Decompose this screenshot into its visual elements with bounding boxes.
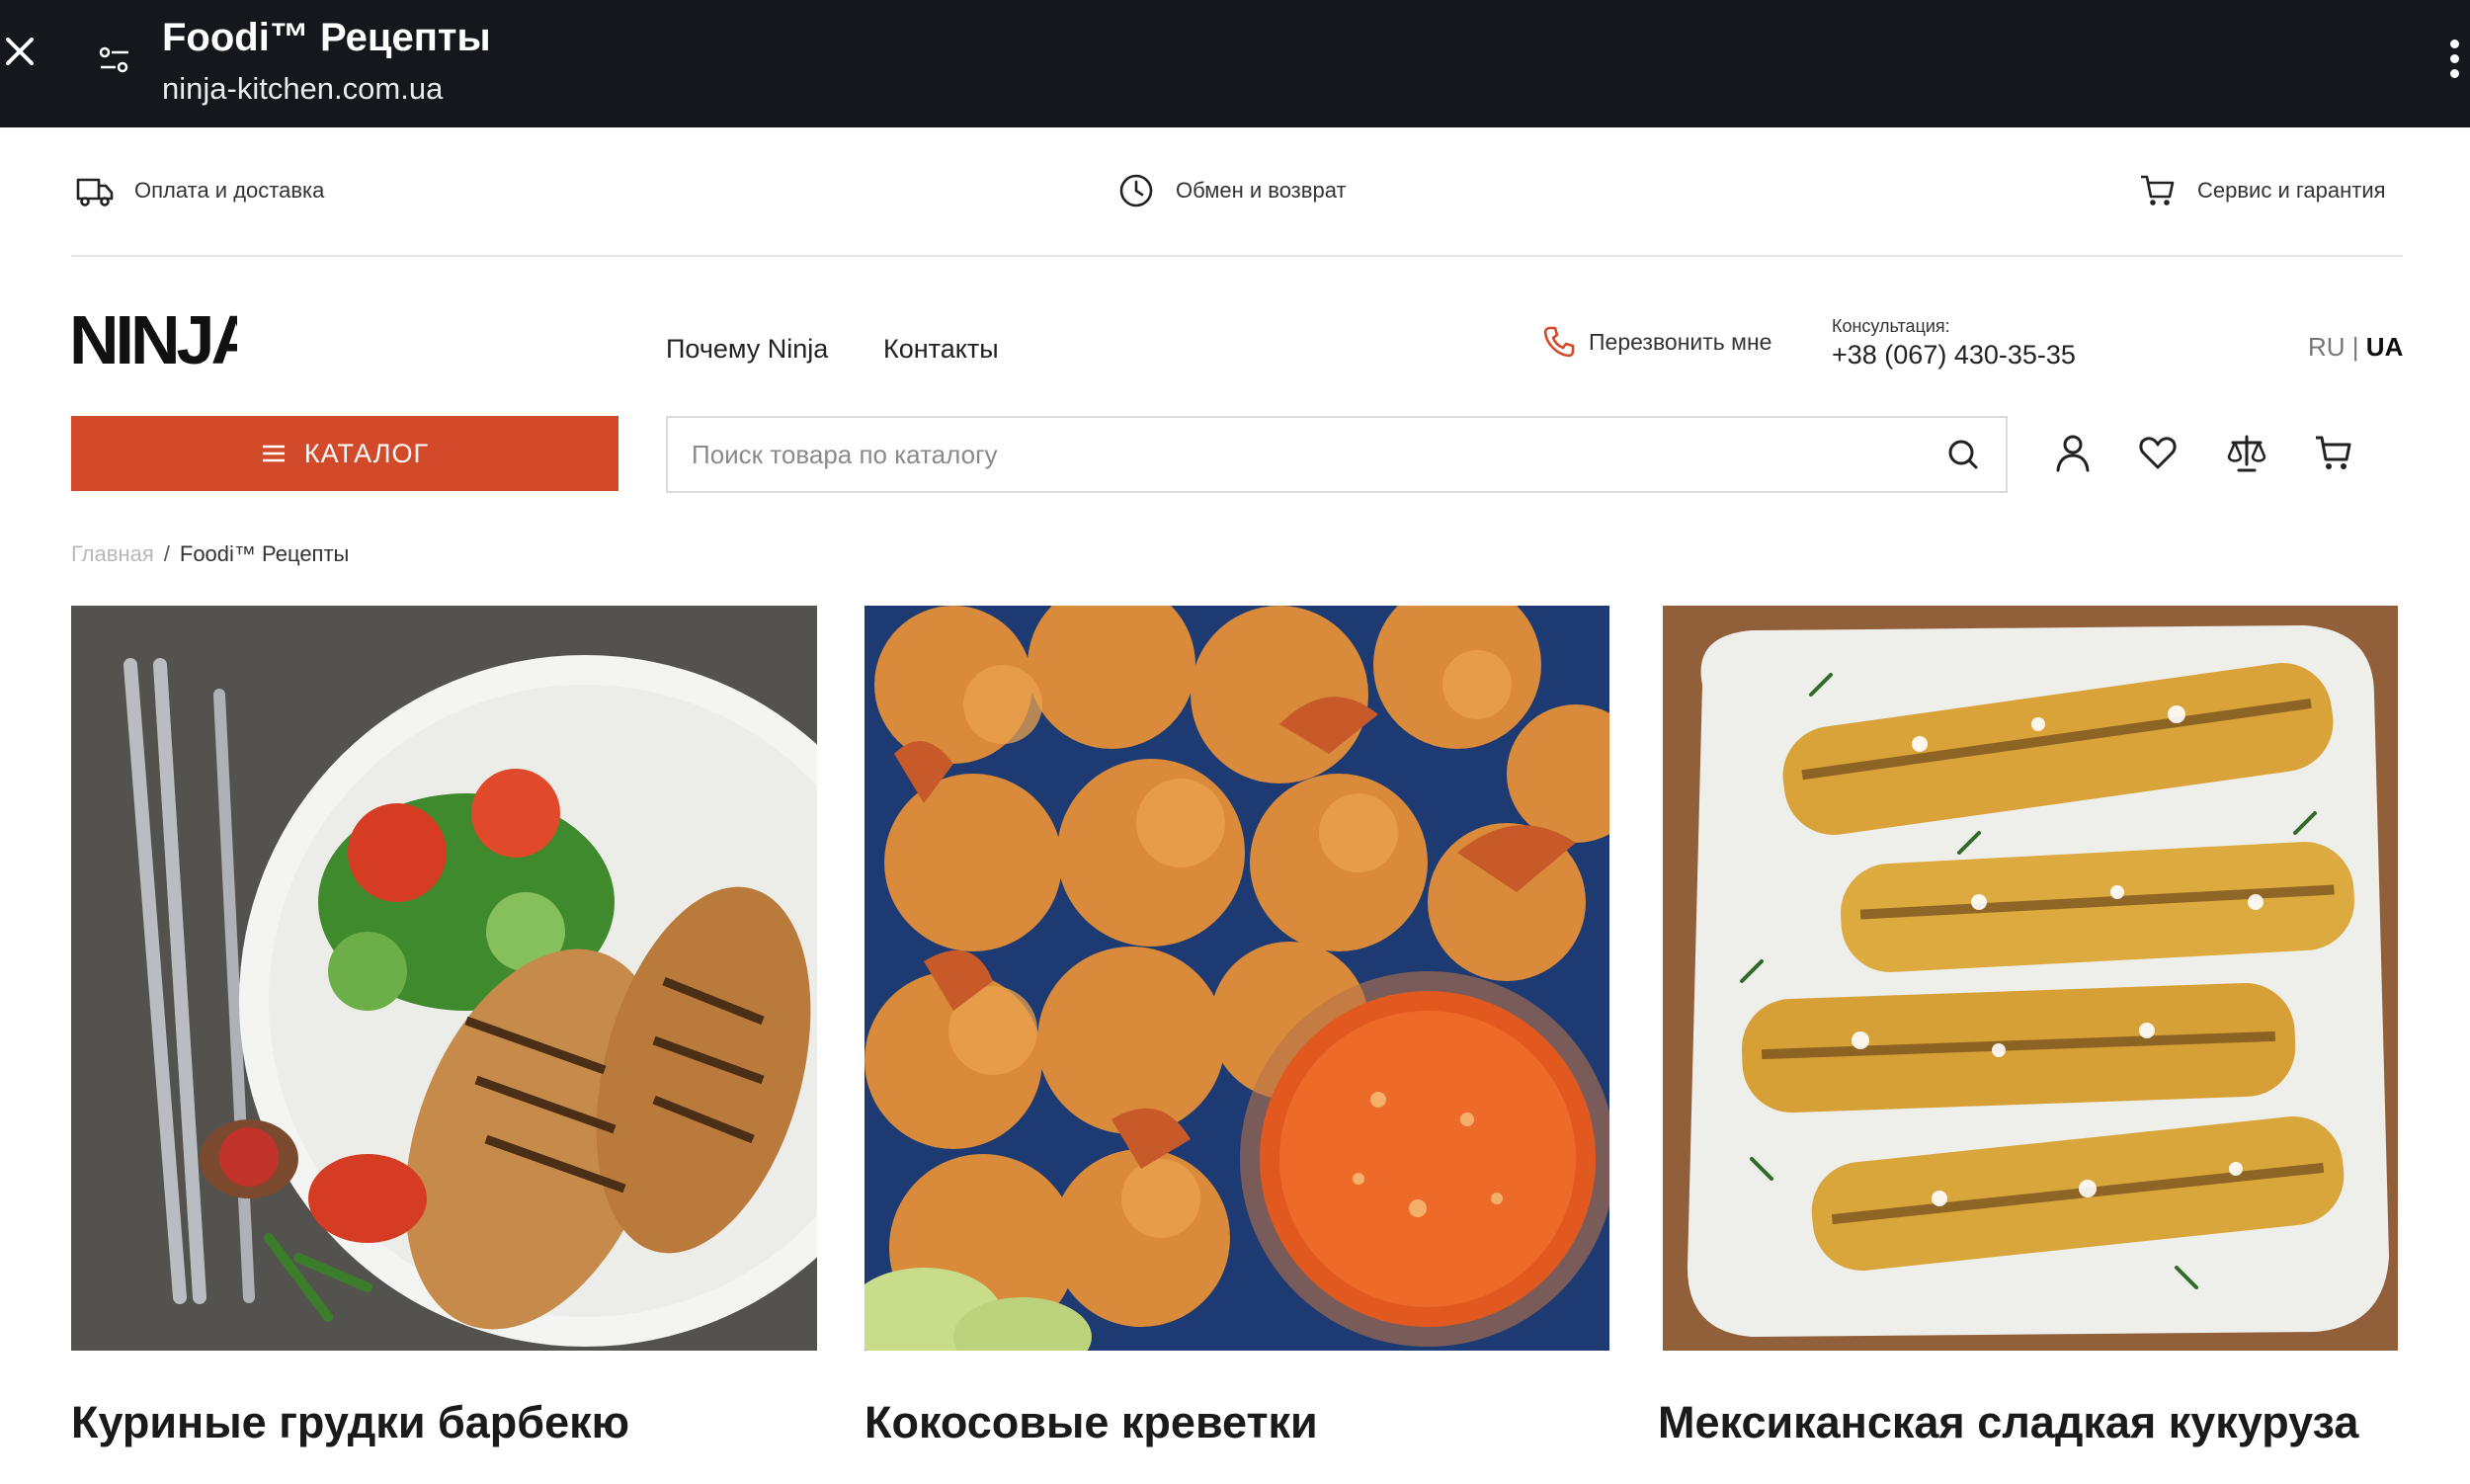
consult-label: Консультация: xyxy=(1832,316,1950,336)
heart-icon[interactable] xyxy=(2136,431,2180,474)
more-menu-icon[interactable] xyxy=(2444,40,2464,85)
recipe-image-chicken[interactable] xyxy=(71,606,817,1351)
lang-ru[interactable]: RU xyxy=(2308,332,2346,362)
svg-text:NINJA: NINJA xyxy=(69,302,237,378)
phone-number[interactable]: +38 (067) 430-35-35 xyxy=(1832,340,2076,371)
catalog-label: КАТАЛОГ xyxy=(303,438,430,468)
recipe-title-chicken[interactable]: Куриные грудки барбекю xyxy=(71,1397,629,1448)
nav-contacts[interactable]: Контакты xyxy=(883,334,999,365)
page-url: ninja-kitchen.com.ua xyxy=(162,71,444,106)
lang-ua[interactable]: UA xyxy=(2366,332,2404,362)
recipe-image-corn[interactable] xyxy=(1663,606,2398,1351)
breadcrumb-current: Foodi™ Рецепты xyxy=(179,541,350,566)
breadcrumb-home[interactable]: Главная xyxy=(71,541,154,567)
catalog-button[interactable]: КАТАЛОГ xyxy=(71,416,618,491)
cart-icon[interactable] xyxy=(2312,431,2355,474)
ninja-logo[interactable]: NINJA xyxy=(69,302,237,381)
service-link[interactable]: Сервис и гарантия xyxy=(2138,168,2386,213)
language-switch: RU | UA xyxy=(2308,332,2403,363)
search-box xyxy=(666,416,2008,493)
nav-why-ninja[interactable]: Почему Ninja xyxy=(666,334,828,365)
truck-icon xyxy=(76,178,114,206)
callback-label: Перезвонить мне xyxy=(1589,328,1772,355)
cart-icon xyxy=(2141,175,2175,206)
exchange-link[interactable]: Обмен и возврат xyxy=(1116,168,1347,213)
delivery-label: Оплата и доставка xyxy=(134,178,325,203)
callback-link[interactable]: Перезвонить мне xyxy=(1541,324,1771,360)
lang-separator: | xyxy=(2351,332,2359,362)
recipe-image-shrimp[interactable] xyxy=(864,606,1609,1351)
page-title: Foodi™ Рецепты xyxy=(162,16,491,59)
close-icon[interactable] xyxy=(2,34,38,69)
hamburger-icon xyxy=(262,445,285,462)
browser-toolbar: Foodi™ Рецепты ninja-kitchen.com.ua xyxy=(0,0,2470,127)
divider xyxy=(71,255,2403,257)
clock-icon xyxy=(1119,174,1153,207)
search-icon[interactable] xyxy=(1944,436,1982,473)
account-icon[interactable] xyxy=(2051,431,2095,474)
delivery-link[interactable]: Оплата и доставка xyxy=(75,168,324,213)
compare-icon[interactable] xyxy=(2225,431,2268,474)
breadcrumb: Главная / Foodi™ Рецепты xyxy=(71,541,349,567)
recipe-title-shrimp[interactable]: Кокосовые креветки xyxy=(864,1397,1318,1448)
phone-icon xyxy=(1543,326,1575,358)
service-label: Сервис и гарантия xyxy=(2197,178,2386,203)
breadcrumb-separator: / xyxy=(163,541,170,566)
search-input[interactable] xyxy=(668,418,1893,491)
recipe-title-corn[interactable]: Мексиканская сладкая кукуруза xyxy=(1658,1397,2358,1448)
exchange-label: Обмен и возврат xyxy=(1176,178,1347,203)
site-settings-icon[interactable] xyxy=(97,43,132,79)
